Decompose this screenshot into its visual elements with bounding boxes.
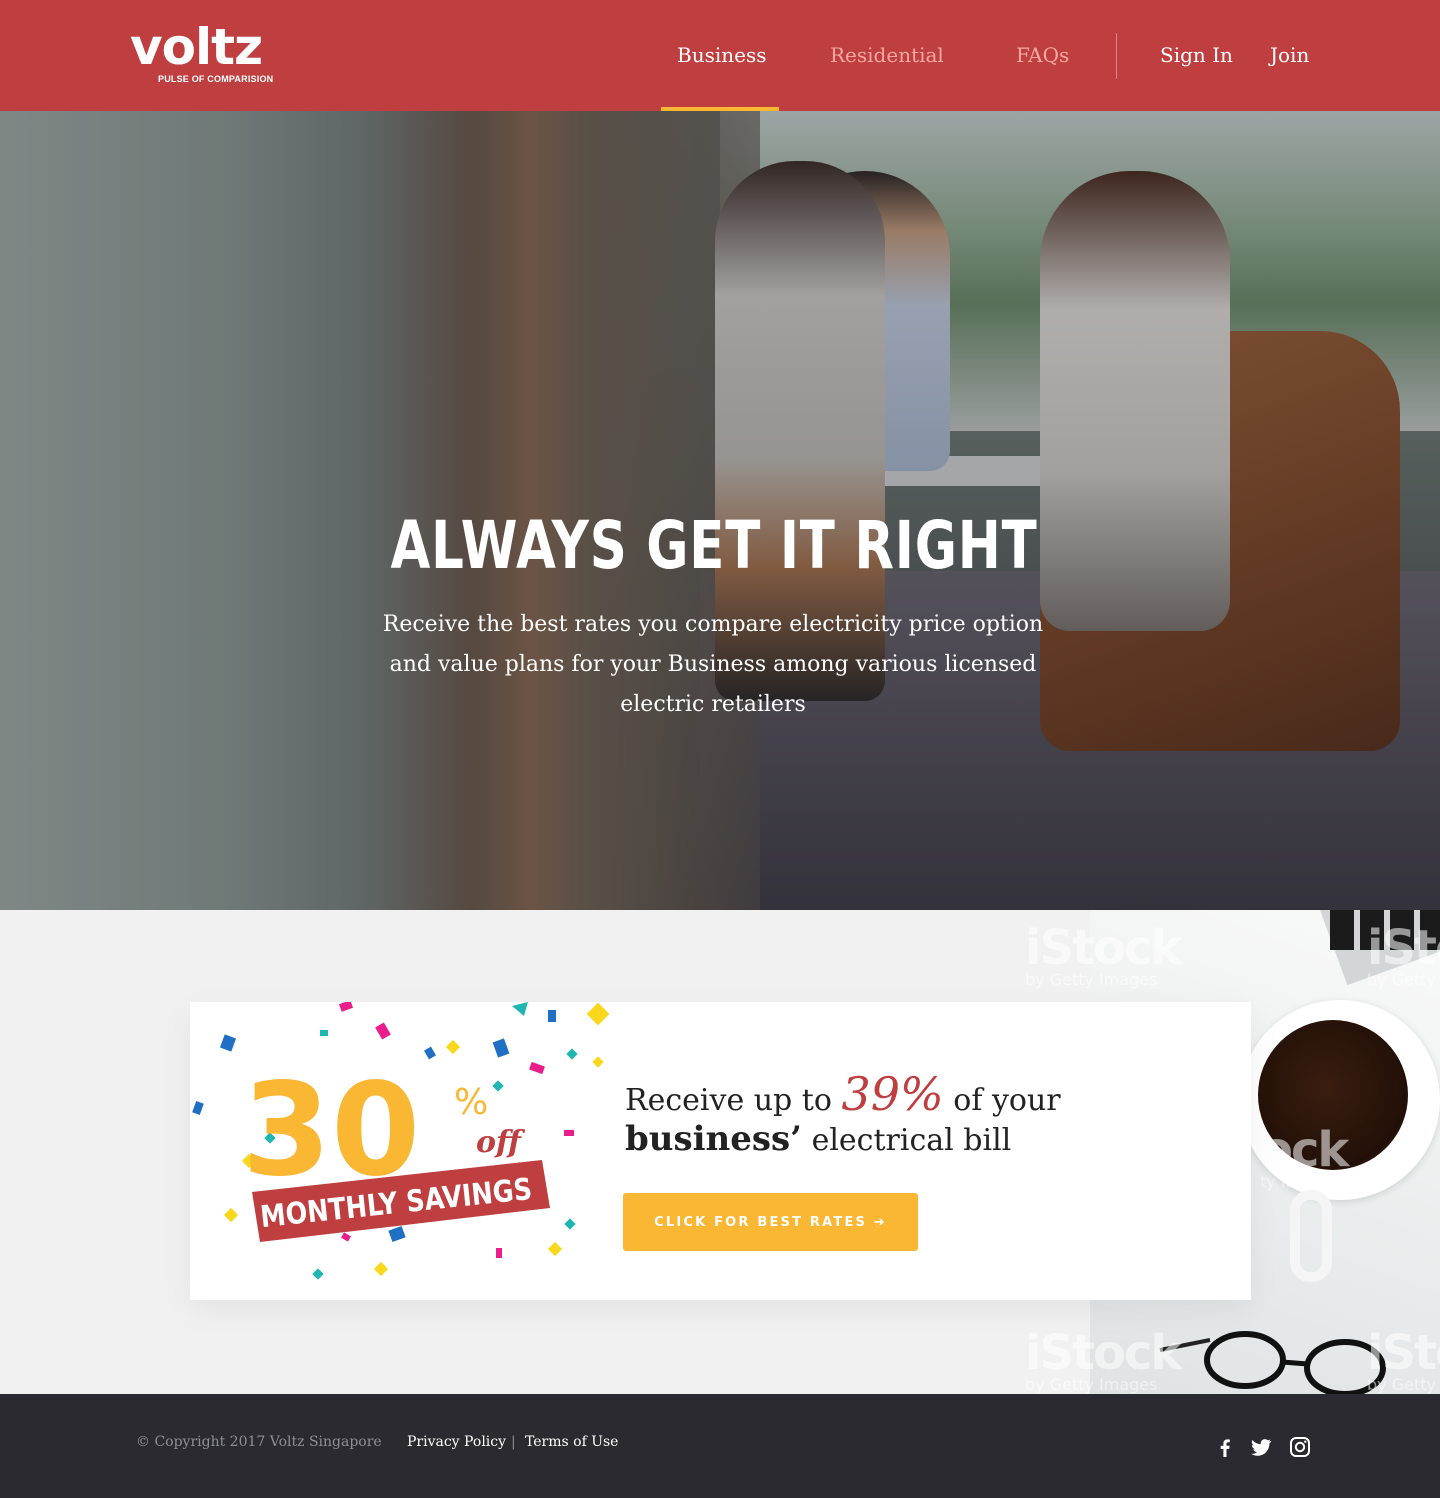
nav-faqs[interactable]: FAQs (1016, 40, 1069, 70)
hero-banner: ALWAYS GET IT RIGHT Receive the best rat… (0, 111, 1440, 910)
savings-badge: 30 % off MONTHLY SAVINGS (192, 1002, 610, 1280)
badge-percent: % (454, 1082, 488, 1123)
promo-section: iStockby Getty Images iStockby Getty Ima… (0, 910, 1440, 1394)
promo-prefix: Receive up to (625, 1083, 832, 1118)
copyright-text: © Copyright 2017 Voltz Singapore (136, 1434, 382, 1450)
logo-tagline: PULSE OF COMPARISION (158, 74, 274, 84)
site-header: voltz PULSE OF COMPARISION Business Resi… (0, 0, 1440, 111)
istock-watermark: iStockby Getty Images (1367, 1325, 1440, 1394)
promo-headline-line2: business’ electrical bill (625, 1115, 1011, 1165)
istock-watermark: iStockby Getty Images (1025, 920, 1182, 989)
promo-business-word: business’ (625, 1119, 803, 1159)
istock-watermark: iStockby Getty Images (1025, 1325, 1182, 1394)
promo-card: 30 % off MONTHLY SAVINGS Receive up to 3… (190, 1002, 1251, 1300)
site-footer: © Copyright 2017 Voltz Singapore Privacy… (0, 1394, 1440, 1498)
promo-rest: electrical bill (811, 1123, 1012, 1158)
nav-business[interactable]: Business (677, 40, 766, 70)
terms-of-use-link[interactable]: Terms of Use (525, 1434, 618, 1450)
best-rates-button[interactable]: CLICK FOR BEST RATES ➔ (623, 1193, 918, 1251)
footer-separator: | (511, 1434, 516, 1450)
voltz-logo[interactable]: voltz PULSE OF COMPARISION (130, 18, 273, 84)
promo-percent: 39% (841, 1067, 944, 1121)
promo-suffix: of your (953, 1083, 1061, 1118)
twitter-icon[interactable] (1249, 1435, 1273, 1459)
istock-watermark: iStockby Getty Images (1367, 920, 1440, 989)
cup-handle (1290, 1190, 1332, 1282)
nav-residential[interactable]: Residential (830, 40, 944, 70)
join-link[interactable]: Join (1270, 40, 1309, 70)
hero-title: ALWAYS GET IT RIGHT (390, 507, 1038, 584)
badge-off: off (476, 1125, 526, 1160)
sign-in-link[interactable]: Sign In (1160, 40, 1233, 70)
instagram-icon[interactable] (1288, 1435, 1312, 1459)
logo-wordmark: voltz (130, 18, 263, 76)
privacy-policy-link[interactable]: Privacy Policy (407, 1434, 506, 1450)
facebook-icon[interactable] (1213, 1435, 1237, 1459)
hero-subtitle: Receive the best rates you compare elect… (382, 612, 1044, 717)
nav-divider (1116, 33, 1117, 79)
istock-watermark: ock ty Images (1260, 1122, 1349, 1191)
